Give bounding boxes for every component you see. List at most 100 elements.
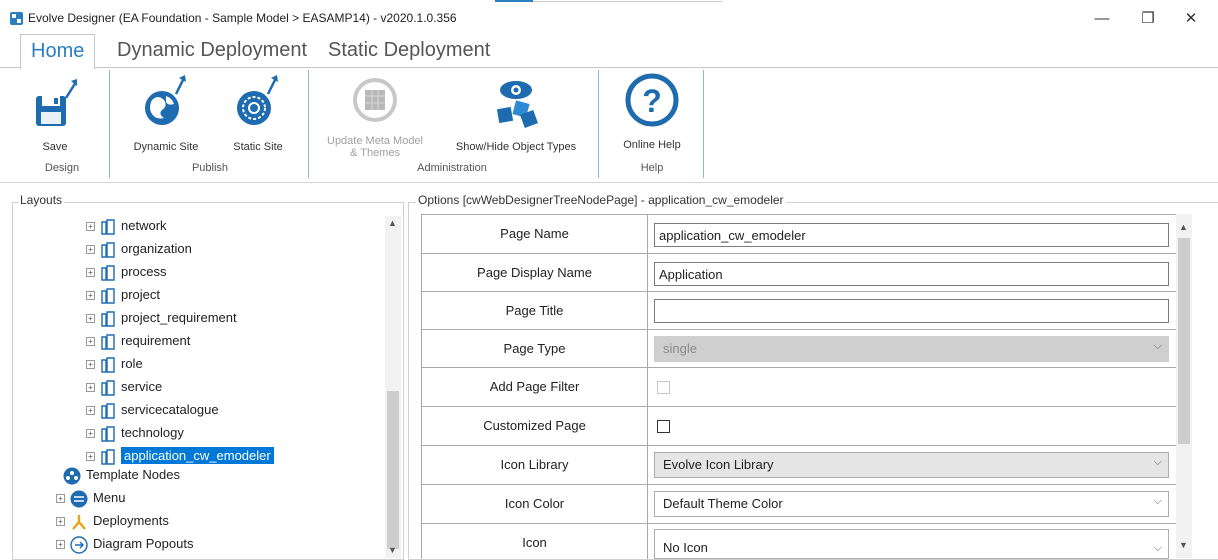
update-meta-model-button[interactable]: Update Meta Model & Themes — [320, 72, 430, 159]
caption-add-page-filter: Add Page Filter — [422, 368, 648, 406]
tree-item-label: role — [121, 356, 143, 371]
eye-cubes-icon — [496, 81, 538, 128]
row-page-type: Page Type single ⌵ — [422, 330, 1177, 368]
expand-icon[interactable]: + — [56, 494, 65, 504]
tree-item[interactable]: + project — [86, 283, 274, 306]
tree-item-label: Template Nodes — [86, 467, 180, 482]
tree-item[interactable]: + organization — [86, 237, 274, 260]
options-scroll-thumb[interactable] — [1178, 238, 1190, 444]
expand-icon[interactable]: + — [56, 540, 65, 550]
expand-icon[interactable]: + — [86, 406, 95, 416]
tree-template-nodes[interactable]: Template Nodes — [62, 463, 193, 486]
icon-library-select[interactable]: Evolve Icon Library ⌵ — [654, 452, 1169, 478]
expand-icon[interactable]: + — [86, 245, 95, 255]
scroll-down-icon[interactable]: ▼ — [1179, 540, 1188, 550]
tree-item-label: application_cw_emodeler — [121, 447, 274, 464]
tree-item[interactable]: + role — [86, 352, 274, 375]
tree-item[interactable]: + service — [86, 375, 274, 398]
static-site-button[interactable]: Static Site — [226, 72, 290, 153]
window-title: Evolve Designer (EA Foundation - Sample … — [28, 11, 457, 25]
expand-icon[interactable]: + — [86, 452, 95, 462]
expand-icon[interactable]: + — [56, 517, 65, 527]
tree-deployments[interactable]: + Deployments — [56, 509, 193, 532]
icon-value: No Icon — [663, 540, 708, 555]
dynamic-site-button[interactable]: Dynamic Site — [130, 72, 202, 153]
scroll-up-icon[interactable]: ▲ — [1179, 222, 1188, 232]
scroll-down-icon[interactable]: ▼ — [388, 545, 397, 555]
icon-color-value: Default Theme Color — [663, 496, 783, 511]
expand-icon[interactable]: + — [86, 314, 95, 324]
icon-library-value: Evolve Icon Library — [663, 457, 774, 472]
title-accent — [495, 0, 533, 2]
caption-page-display-name: Page Display Name — [422, 254, 648, 291]
page-type-value: single — [663, 341, 697, 356]
expand-icon[interactable]: + — [86, 337, 95, 347]
customized-page-checkbox[interactable] — [657, 420, 670, 433]
group-publish-label: Publish — [191, 162, 229, 174]
group-separator — [308, 70, 309, 178]
tab-static-deployment[interactable]: Static Deployment — [318, 34, 500, 67]
page-icon — [101, 356, 115, 373]
row-page-title: Page Title — [422, 292, 1177, 330]
tree-diagram-popouts[interactable]: + Diagram Popouts — [56, 532, 193, 555]
page-type-select[interactable]: single ⌵ — [654, 336, 1169, 362]
minimize-button[interactable]: — — [1087, 6, 1117, 32]
tab-dynamic-deployment[interactable]: Dynamic Deployment — [107, 34, 317, 67]
root-nodes: Template Nodes + Menu + Deployments + Diagr… — [56, 463, 193, 555]
tree-item-label: service — [121, 379, 163, 394]
page-icon — [101, 264, 115, 281]
update-meta-model-label-2: & Themes — [350, 147, 400, 159]
add-page-filter-checkbox[interactable] — [657, 381, 670, 394]
caption-page-type: Page Type — [422, 330, 648, 367]
save-button[interactable]: Save — [30, 72, 80, 153]
layouts-tree: + network + organization + process + project… — [86, 214, 274, 467]
row-page-display-name: Page Display Name — [422, 254, 1177, 292]
show-hide-object-types-button[interactable]: Show/Hide Object Types — [448, 72, 584, 153]
page-title-input[interactable] — [654, 299, 1169, 323]
expand-icon[interactable]: + — [86, 360, 95, 370]
expand-icon[interactable]: + — [86, 429, 95, 439]
caption-icon: Icon — [422, 524, 648, 559]
caption-page-name: Page Name — [422, 215, 648, 253]
tree-item[interactable]: + requirement — [86, 329, 274, 352]
options-grid: Page Name Page Display Name Page Title P… — [421, 214, 1177, 559]
title-divider — [533, 1, 723, 2]
caption-icon-color: Icon Color — [422, 485, 648, 523]
menu-icon — [70, 490, 88, 508]
tree-menu[interactable]: + Menu — [56, 486, 193, 509]
tree-item[interactable]: + process — [86, 260, 274, 283]
tree-scroll-thumb[interactable] — [387, 391, 399, 549]
restore-button[interactable]: ❐ — [1133, 6, 1163, 32]
icon-color-select[interactable]: Default Theme Color ⌵ — [654, 491, 1169, 517]
chevron-down-icon: ⌵ — [1153, 456, 1162, 468]
expand-icon[interactable]: + — [86, 383, 95, 393]
tree-item-label: technology — [121, 425, 184, 440]
help-icon: ? — [625, 73, 679, 127]
diagram-popouts-icon — [70, 535, 88, 554]
online-help-label: Online Help — [623, 139, 681, 151]
tree-item-label: organization — [121, 241, 192, 256]
tree-item[interactable]: + technology — [86, 421, 274, 444]
page-icon — [101, 402, 115, 419]
icon-select[interactable]: No Icon ⌵ — [654, 529, 1169, 559]
save-label: Save — [42, 141, 68, 153]
expand-icon[interactable]: + — [86, 268, 95, 278]
close-button[interactable]: ✕ — [1176, 6, 1206, 32]
tree-item[interactable]: + servicecatalogue — [86, 398, 274, 421]
tree-item[interactable]: + project_requirement — [86, 306, 274, 329]
tree-item-label: requirement — [121, 333, 191, 348]
tree-item-label: Deployments — [93, 513, 169, 528]
page-name-input[interactable] — [654, 223, 1169, 247]
online-help-button[interactable]: ? Online Help — [614, 72, 690, 151]
tree-item-label: network — [121, 218, 167, 233]
row-icon: Icon No Icon ⌵ — [422, 524, 1177, 559]
scroll-up-icon[interactable]: ▲ — [388, 218, 397, 228]
group-separator — [109, 70, 110, 178]
expand-icon[interactable]: + — [86, 291, 95, 301]
options-label: Options [cwWebDesignerTreeNodePage] - ap… — [416, 193, 786, 207]
tree-item-label: project_requirement — [121, 310, 237, 325]
tree-item[interactable]: + network — [86, 214, 274, 237]
tab-home[interactable]: Home — [20, 34, 96, 70]
expand-icon[interactable]: + — [86, 222, 95, 232]
page-display-name-input[interactable] — [654, 262, 1169, 286]
